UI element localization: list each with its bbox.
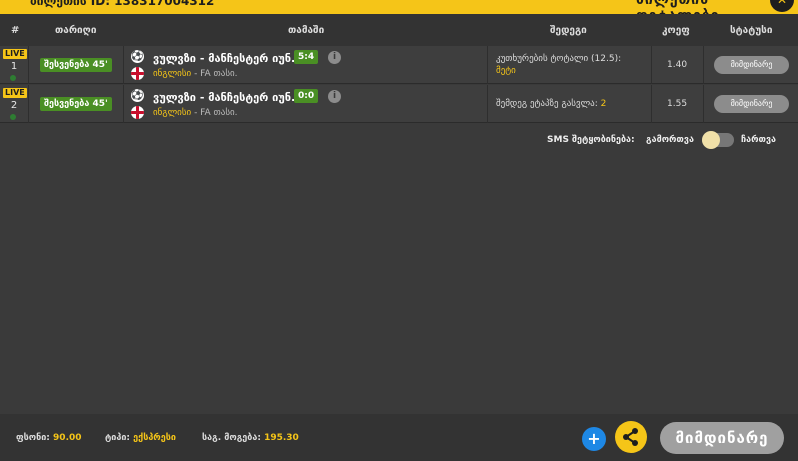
share-button[interactable] [615, 421, 647, 453]
match-score: 5:4 [294, 50, 319, 64]
live-badge: LIVE [3, 49, 27, 59]
pick-value: მეტი [496, 66, 516, 76]
col-odds: კოეფ [662, 25, 690, 36]
match-name[interactable]: ვულვზი - მანჩესტერ იუნ. [153, 91, 295, 104]
ticket-header: ბილეთის ID: 138317004312 ბილეთის დეტალებ… [0, 0, 798, 14]
share-icon [623, 428, 638, 446]
row-number: 1 [10, 61, 18, 72]
stake-label: ფსონი: [16, 433, 50, 443]
table-row: LIVE 2 შესვენება 45' ⚽ ვულვზი - მანჩესტე… [0, 85, 798, 123]
col-game: თამაში [288, 25, 325, 36]
england-flag-icon [131, 67, 144, 80]
table-row: LIVE 1 შესვენება 45' ⚽ ვულვზი - მანჩესტე… [0, 46, 798, 84]
stake-value: 90.00 [53, 433, 82, 443]
win-label: საგ. მოგება: [202, 433, 261, 443]
live-dot-icon [10, 114, 16, 120]
league-label: ინგლისი - FA თასი. [153, 108, 238, 118]
status-badge: მიმდინარე [714, 95, 789, 113]
league-label: ინგლისი - FA თასი. [153, 69, 238, 79]
live-badge: LIVE [3, 88, 27, 98]
table-header: # თარიღი თამაში შედეგი კოეფ სტატუსი [0, 14, 798, 46]
match-minute: შესვენება 45' [40, 97, 112, 111]
live-dot-icon [10, 75, 16, 81]
pick-value-text: მეტი [496, 66, 516, 76]
col-status: სტატუსი [730, 25, 773, 36]
england-flag-icon [131, 106, 144, 119]
odd-value: 1.40 [667, 60, 688, 70]
pick-text-label: შემდეგ ეტაპზე გასვლა: [496, 99, 598, 109]
pick-text: შემდეგ ეტაპზე გასვლა: 2 [496, 99, 606, 109]
col-num: # [11, 25, 20, 36]
win-value: 195.30 [264, 433, 299, 443]
row-number: 2 [10, 100, 18, 111]
col-outcome: შედეგი [550, 25, 587, 36]
league-name: - FA თასი. [191, 108, 238, 118]
match-name[interactable]: ვულვზი - მანჩესტერ იუნ. [153, 52, 295, 65]
sms-label: SMS შეტყობინება: [547, 135, 635, 145]
win-info: საგ. მოგება: 195.30 [202, 433, 299, 443]
info-icon[interactable]: i [328, 51, 341, 64]
sms-on-label[interactable]: ჩართვა [741, 135, 776, 145]
football-icon: ⚽ [131, 50, 144, 63]
ticket-id: ბილეთის ID: 138317004312 [30, 0, 215, 8]
sms-off-label[interactable]: გამორთვა [646, 135, 694, 145]
type-label: ტიპი: [105, 433, 131, 443]
match-minute: შესვენება 45' [40, 58, 112, 72]
col-date: თარიღი [55, 25, 97, 36]
country-label: ინგლისი [153, 69, 192, 79]
pick-text: კუთხურების ტოტალი (12.5): [496, 54, 622, 64]
status-badge: მიმდინარე [714, 56, 789, 74]
pick-value-text: 2 [600, 99, 607, 109]
type-value: ექსპრესი [133, 433, 176, 443]
country-label: ინგლისი [153, 108, 192, 118]
odd-value: 1.55 [667, 99, 688, 109]
ticket-status-button[interactable]: მიმდინარე [660, 422, 784, 454]
info-icon[interactable]: i [328, 90, 341, 103]
add-button[interactable]: + [582, 427, 606, 451]
league-name: - FA თასი. [191, 69, 238, 79]
match-score: 0:0 [294, 89, 319, 103]
stake-info: ფსონი: 90.00 [16, 433, 82, 443]
type-info: ტიპი: ექსპრესი [105, 433, 176, 443]
football-icon: ⚽ [131, 89, 144, 102]
sms-toggle-knob[interactable] [702, 131, 720, 149]
